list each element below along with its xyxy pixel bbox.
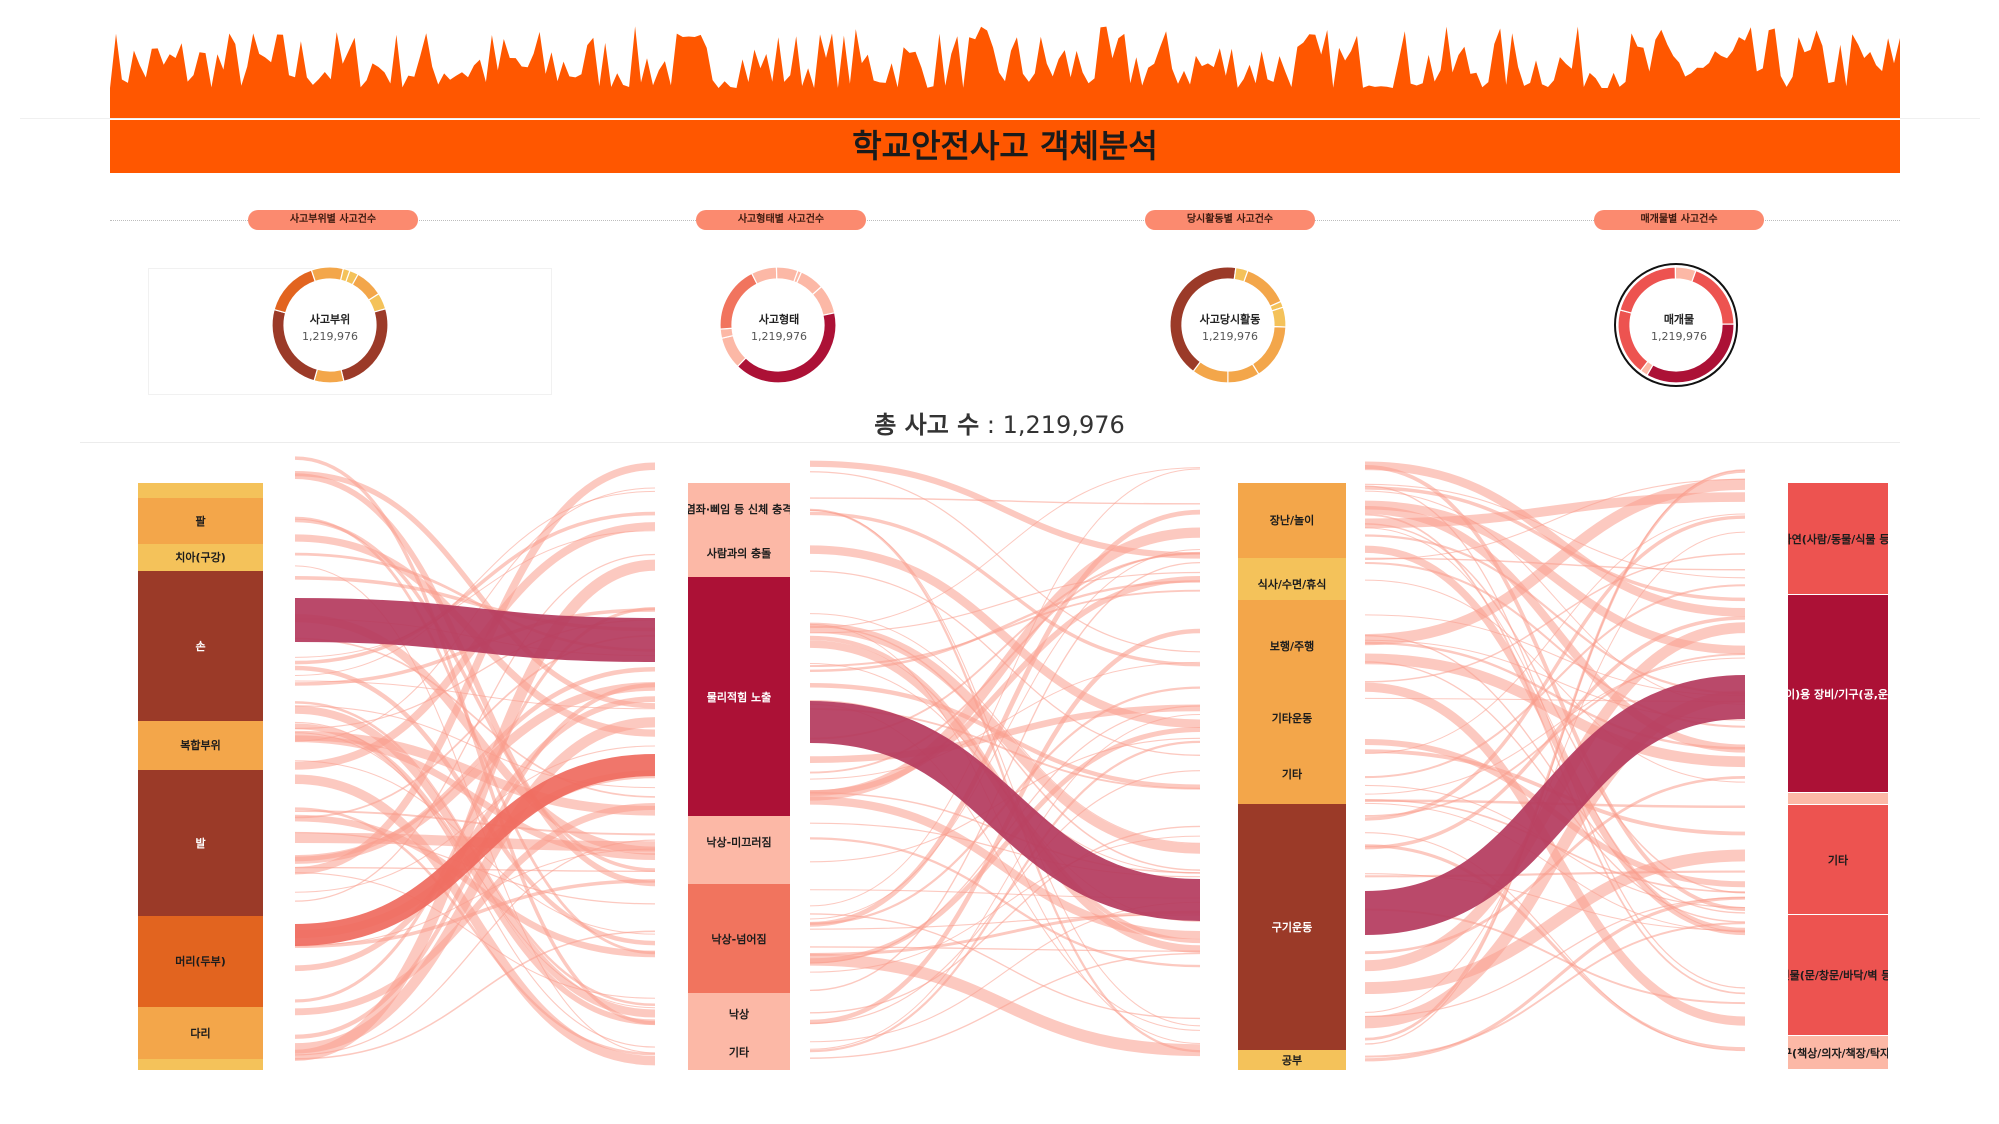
sankey-node[interactable]: 낙상-넘어짐: [688, 883, 790, 994]
sankey-node[interactable]: 낙상: [688, 993, 790, 1035]
sankey-node[interactable]: 다리: [138, 1006, 263, 1060]
sankey-node[interactable]: 보행/주행: [1238, 600, 1346, 692]
sankey-flows: [294, 453, 1746, 1066]
sankey-node[interactable]: 자연(사람/동물/식물 등): [1788, 483, 1888, 596]
node-column-accident-type: 염좌·삐임 등 신체 충격 사람과의 충돌 물리적힘 노출 낙상-미끄러짐낙상-넘어짐…: [688, 483, 790, 1070]
sankey-node[interactable]: [1238, 557, 1346, 568]
sankey-node[interactable]: [138, 483, 263, 498]
sankey-node[interactable]: 공부: [1238, 1050, 1346, 1070]
flow-highlight: [294, 598, 656, 662]
sankey-node[interactable]: [138, 1059, 263, 1070]
sankey-node[interactable]: 손: [138, 570, 263, 722]
flow-group-2: [1364, 453, 1746, 1065]
flow-group-1: [809, 453, 1201, 1065]
sankey-node[interactable]: 팔: [138, 497, 263, 544]
sankey-node[interactable]: 염좌·삐임 등 신체 충격: [688, 489, 790, 530]
sankey-node[interactable]: 치아(구강): [138, 543, 263, 571]
sankey-node[interactable]: 발: [138, 769, 263, 916]
sankey-node[interactable]: 기타: [688, 1034, 790, 1070]
sankey-node[interactable]: 장난/놀이: [1238, 483, 1346, 558]
node-column-medium: 자연(사람/동물/식물 등)운동(놀이)용 장비/기구(공,운기타건물(문/창문…: [1764, 483, 1888, 1070]
sankey-node[interactable]: 식사/수면/휴식: [1238, 567, 1346, 601]
sankey-node[interactable]: 건물(문/창문/바닥/벽 등): [1788, 915, 1888, 1037]
sankey-node[interactable]: [1788, 792, 1888, 806]
sankey-node[interactable]: 사람과의 충돌: [688, 529, 790, 578]
sankey-node[interactable]: 기타운동: [1238, 691, 1346, 745]
sankey-node[interactable]: 물리적힘 노출: [688, 577, 790, 817]
flow-group-0: [294, 453, 656, 1066]
sankey-node[interactable]: 가구(책상/의자/책장/탁자/침: [1788, 1036, 1888, 1070]
sankey-node[interactable]: 복합부위: [138, 721, 263, 770]
sankey-node[interactable]: 낙상-미끄러짐: [688, 816, 790, 869]
sankey-node[interactable]: [688, 868, 790, 884]
sankey-node[interactable]: 기타: [1788, 805, 1888, 916]
sankey-node[interactable]: 운동(놀이)용 장비/기구(공,운: [1764, 595, 1888, 793]
sankey-node[interactable]: 기타: [1238, 744, 1346, 804]
sankey-node[interactable]: 머리(두부): [138, 915, 263, 1007]
node-column-body-part: 팔 치아(구강) 손 복합부위 발 머리(두부) 다리: [138, 483, 263, 1070]
sankey-node[interactable]: 구기운동: [1238, 803, 1346, 1050]
node-column-activity: 장난/놀이식사/수면/휴식 보행/주행 기타운동 기타 구기운동 공부: [1238, 483, 1346, 1070]
